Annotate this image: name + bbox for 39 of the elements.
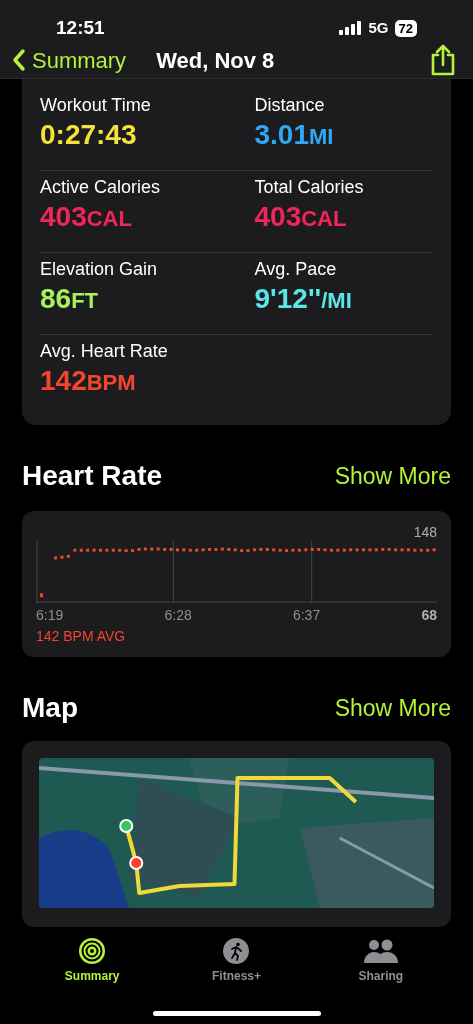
section-title: Heart Rate bbox=[22, 459, 163, 493]
stat-label: Distance bbox=[254, 94, 326, 117]
runner-icon bbox=[222, 937, 251, 965]
nav-title: Wed, Nov 8 bbox=[156, 46, 275, 75]
stat-value: 9'12''/MI bbox=[254, 282, 353, 316]
axis-min-label: 68 bbox=[421, 606, 437, 625]
share-icon bbox=[429, 43, 457, 78]
chevron-left-icon bbox=[12, 48, 26, 73]
average-label: 142 BPM AVG bbox=[36, 627, 127, 646]
stat-value: 0:27:43 bbox=[40, 118, 138, 152]
stat-value: 86FT bbox=[40, 282, 100, 316]
share-button[interactable] bbox=[429, 43, 457, 78]
stat-value: 403CAL bbox=[40, 200, 133, 234]
time-axis-label: 6:28 bbox=[164, 606, 193, 625]
back-button[interactable]: Summary bbox=[12, 43, 127, 77]
network-label: 5G bbox=[368, 18, 389, 38]
tab-bar-item[interactable]: Sharing bbox=[330, 937, 431, 985]
show-more-link[interactable]: Show More bbox=[334, 690, 451, 726]
status-time: 12:51 bbox=[56, 16, 105, 40]
stat-value: 3.01MI bbox=[254, 118, 335, 152]
stat-label: Avg. Pace bbox=[254, 258, 338, 281]
axis-max-label: 148 bbox=[413, 523, 437, 541]
stat-label: Avg. Heart Rate bbox=[40, 340, 169, 363]
time-axis-label: 6:19 bbox=[36, 606, 65, 625]
signal-icon bbox=[338, 21, 363, 36]
stat-value: 403CAL bbox=[254, 200, 348, 234]
stat-label: Workout Time bbox=[40, 94, 152, 117]
rings-icon bbox=[78, 937, 107, 965]
show-more-link[interactable]: Show More bbox=[334, 458, 451, 494]
section-title: Map bbox=[22, 691, 78, 725]
people-icon bbox=[362, 937, 399, 965]
stat-label: Total Calories bbox=[254, 176, 365, 199]
time-axis-label: 6:37 bbox=[292, 606, 322, 625]
tab-bar-item[interactable]: Summary bbox=[42, 937, 143, 985]
stat-value: 142BPM bbox=[40, 364, 137, 398]
stat-label: Elevation Gain bbox=[40, 258, 159, 281]
tab-bar-item[interactable]: Fitness+ bbox=[186, 937, 287, 985]
stat-label: Active Calories bbox=[40, 176, 162, 199]
battery-indicator: 72 bbox=[394, 19, 417, 37]
